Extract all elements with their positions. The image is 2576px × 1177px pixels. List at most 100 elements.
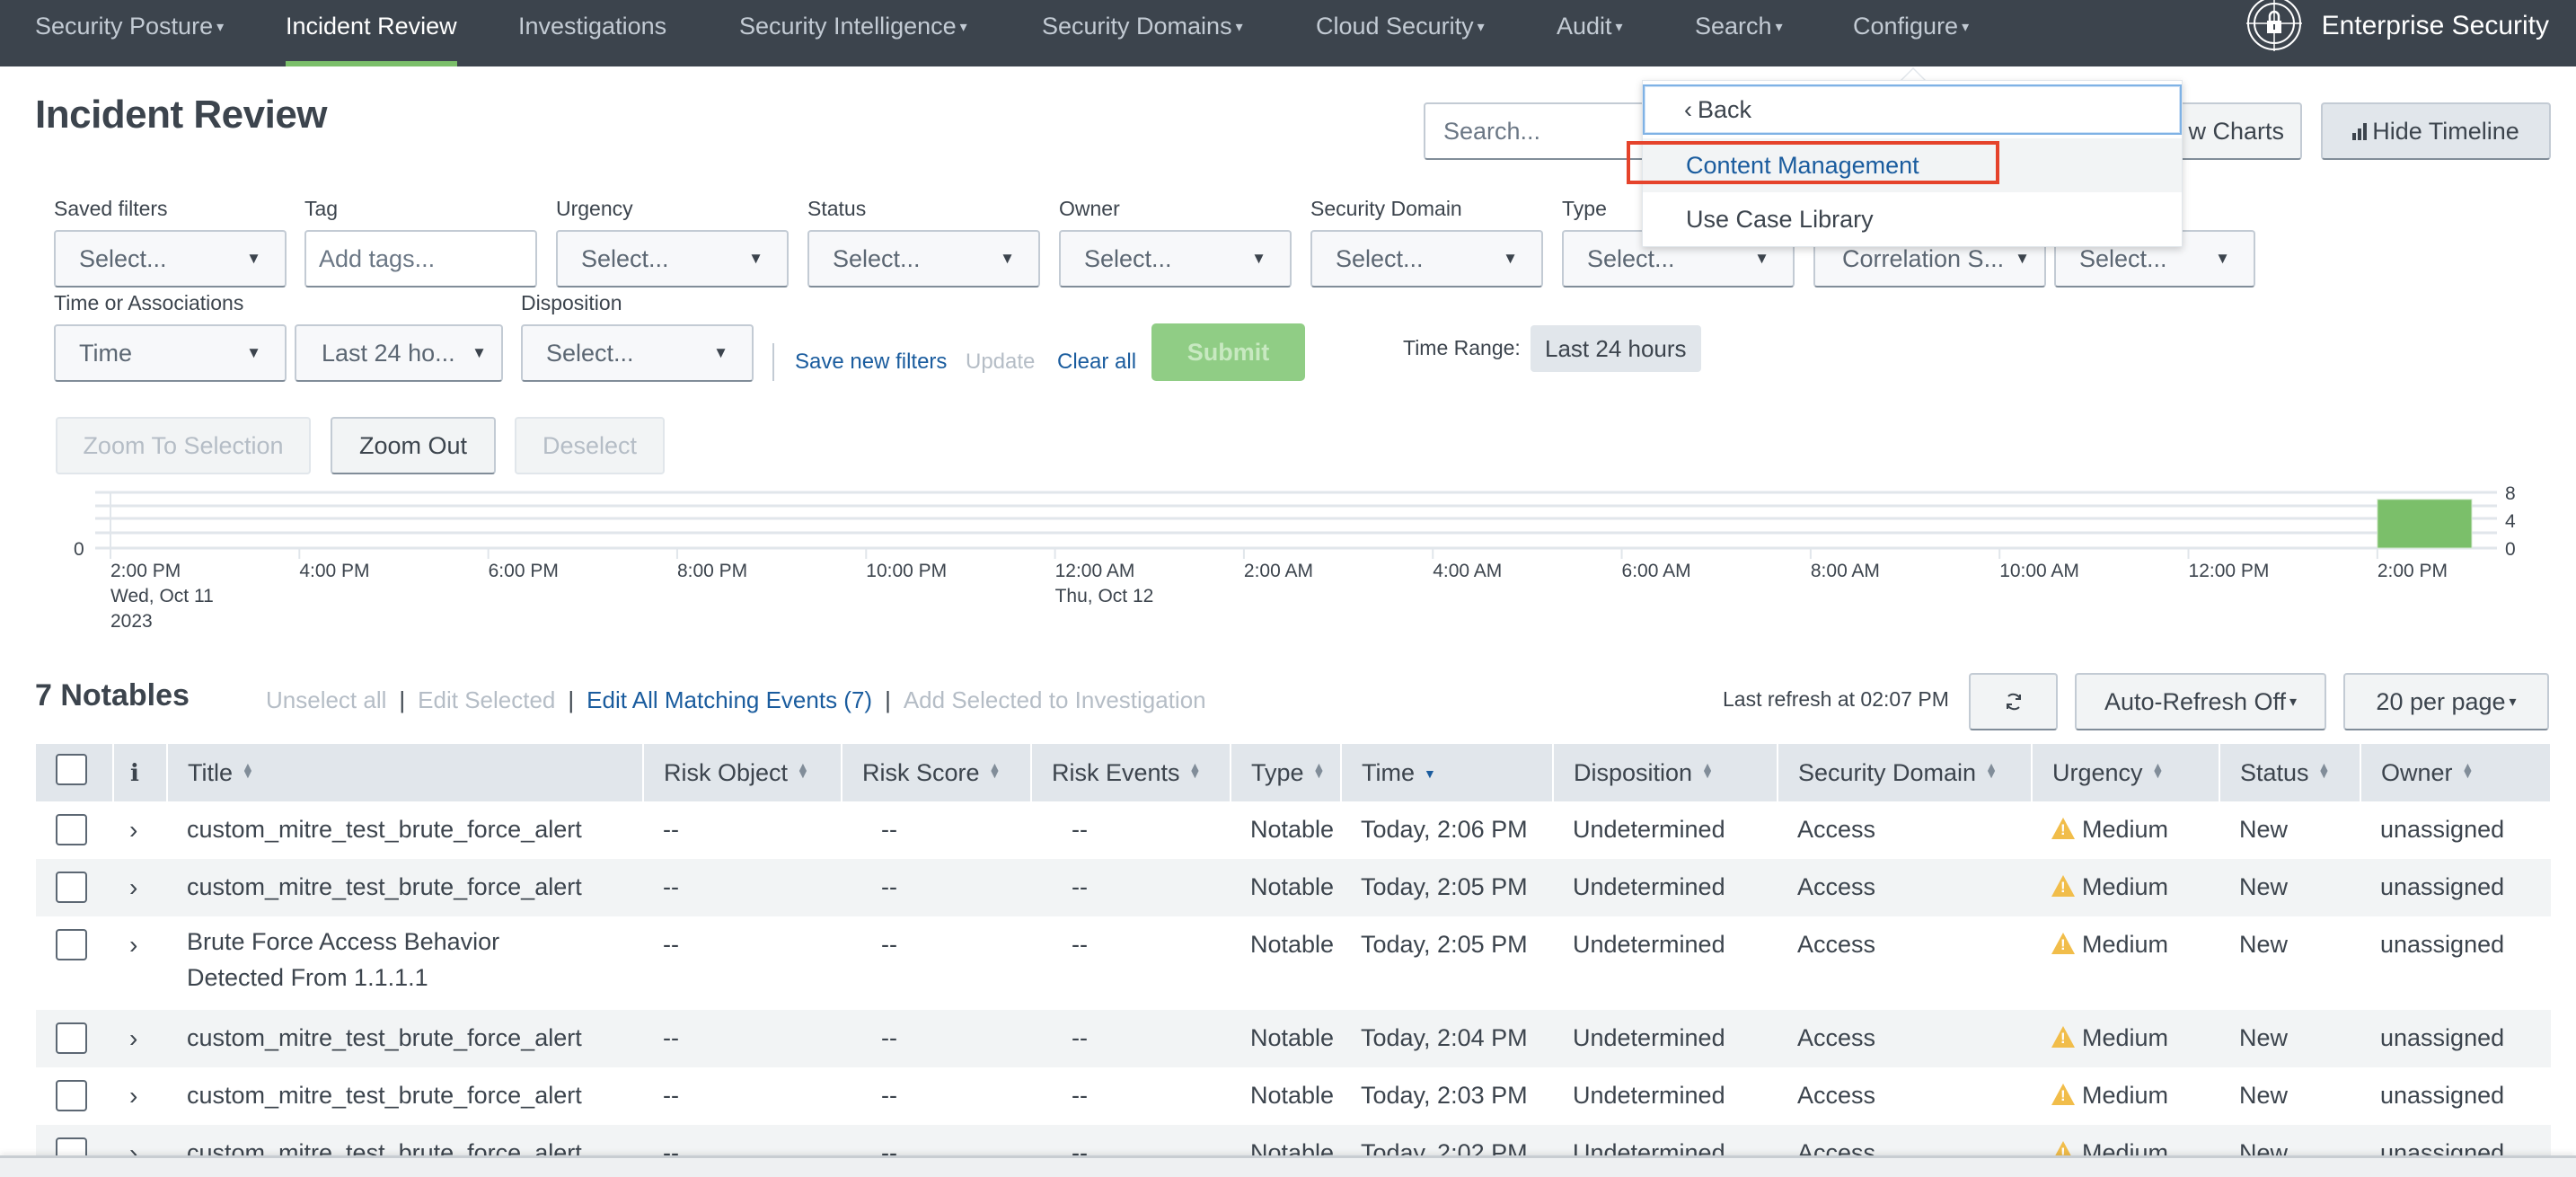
- row-checkbox[interactable]: [56, 1080, 87, 1111]
- disposition-select[interactable]: Select... ▼: [521, 324, 754, 382]
- deselect-button[interactable]: Deselect: [515, 417, 665, 474]
- add-to-investigation-link[interactable]: Add Selected to Investigation: [904, 686, 1206, 714]
- cell-risk-score: --: [842, 859, 1031, 916]
- cell-value: unassigned: [2380, 1082, 2505, 1109]
- time-associations-select[interactable]: Time ▼: [54, 324, 287, 382]
- table-row[interactable]: › custom_mitre_test_brute_force_alert -- --…: [36, 1067, 2551, 1125]
- zoom-to-selection-button[interactable]: Zoom To Selection: [56, 417, 311, 474]
- caret-down-icon: ▼: [2215, 250, 2230, 267]
- menu-item-use-case-library[interactable]: Use Case Library: [1643, 192, 2182, 246]
- nav-audit[interactable]: Audit ▾: [1557, 0, 1623, 66]
- cell-value: Access: [1797, 1024, 1876, 1051]
- refresh-button[interactable]: [1969, 673, 2058, 730]
- update-link[interactable]: Update: [966, 350, 1035, 375]
- saved-filters-select[interactable]: Select... ▼: [54, 230, 287, 288]
- table-row[interactable]: › custom_mitre_test_brute_force_alert -- --…: [36, 1010, 2551, 1067]
- table-row[interactable]: › Brute Force Access Behavior Detected Fro…: [36, 916, 2551, 1010]
- chevron-right-icon[interactable]: ›: [129, 816, 137, 844]
- nav-incident-review[interactable]: Incident Review: [286, 0, 457, 66]
- cell-value: New: [2239, 873, 2289, 900]
- col-security-domain[interactable]: Security Domain ▲ ▼: [1778, 744, 2033, 801]
- cell-disposition: Undetermined: [1553, 916, 1778, 1010]
- cell-risk-events: --: [1031, 1010, 1231, 1067]
- row-select-cell: [36, 801, 113, 859]
- per-page-dropdown[interactable]: 20 per page ▾: [2343, 673, 2549, 730]
- row-select-cell: [36, 1010, 113, 1067]
- nav-investigations[interactable]: Investigations: [518, 0, 666, 66]
- nav-search[interactable]: Search ▾: [1695, 0, 1783, 66]
- cell-value: Today, 2:05 PM: [1361, 873, 1528, 900]
- col-risk-object[interactable]: Risk Object ▲ ▼: [643, 744, 842, 801]
- button-label: Deselect: [542, 431, 638, 459]
- cell-value: Today, 2:06 PM: [1361, 816, 1528, 843]
- chevron-right-icon[interactable]: ›: [129, 873, 137, 901]
- show-charts-label: w Charts: [2188, 117, 2284, 145]
- edit-selected-link[interactable]: Edit Selected: [418, 686, 555, 714]
- menu-back-item[interactable]: ‹ Back: [1643, 84, 2182, 135]
- security-domain-select[interactable]: Select... ▼: [1310, 230, 1543, 288]
- nav-security-intelligence[interactable]: Security Intelligence ▾: [739, 0, 967, 66]
- col-urgency[interactable]: Urgency ▲ ▼: [2032, 744, 2220, 801]
- sort-icon: ▲ ▼: [797, 758, 809, 781]
- save-new-filters-link[interactable]: Save new filters: [795, 350, 947, 375]
- select-value: Time: [79, 339, 132, 367]
- cell-value: unassigned: [2380, 873, 2505, 900]
- nav-security-posture[interactable]: Security Posture ▾: [35, 0, 224, 66]
- col-time[interactable]: Time ▼: [1341, 744, 1554, 801]
- nav-security-domains[interactable]: Security Domains ▾: [1042, 0, 1243, 66]
- col-title[interactable]: Title ▲ ▼: [167, 744, 644, 801]
- table-row[interactable]: › custom_mitre_test_brute_force_alert -- --…: [36, 801, 2551, 859]
- info-header: i: [113, 744, 168, 801]
- cell-value: Today, 2:04 PM: [1361, 1024, 1528, 1051]
- col-risk-events[interactable]: Risk Events ▲ ▼: [1031, 744, 1231, 801]
- col-label: Title: [188, 758, 234, 786]
- security-domain-label: Security Domain: [1310, 197, 1462, 220]
- urgency-select[interactable]: Select... ▼: [556, 230, 789, 288]
- select-value: Select...: [79, 244, 167, 272]
- row-checkbox[interactable]: [56, 814, 87, 845]
- select-all-header[interactable]: [36, 744, 114, 801]
- chevron-right-icon[interactable]: ›: [129, 1024, 137, 1052]
- col-owner[interactable]: Owner ▲ ▼: [2360, 744, 2552, 801]
- cell-domain: Access: [1778, 859, 2032, 916]
- cell-risk-score: --: [842, 916, 1031, 1010]
- cell-disposition: Undetermined: [1553, 1010, 1778, 1067]
- cell-value: Access: [1797, 931, 1876, 958]
- nav-cloud-security[interactable]: Cloud Security ▾: [1316, 0, 1485, 66]
- cell-value: --: [1072, 1082, 1088, 1109]
- auto-refresh-dropdown[interactable]: Auto-Refresh Off ▾: [2075, 673, 2326, 730]
- unselect-all-link[interactable]: Unselect all: [266, 686, 386, 714]
- cell-status: New: [2219, 916, 2360, 1010]
- col-disposition[interactable]: Disposition ▲ ▼: [1553, 744, 1778, 801]
- cell-title: custom_mitre_test_brute_force_alert: [167, 859, 643, 916]
- nav-configure[interactable]: Configure ▾: [1853, 0, 1969, 66]
- brand[interactable]: Enterprise Security: [2245, 0, 2549, 52]
- row-checkbox[interactable]: [56, 872, 87, 903]
- time-range-select[interactable]: Last 24 ho... ▼: [295, 324, 503, 382]
- chevron-right-icon[interactable]: ›: [129, 931, 137, 959]
- select-all-checkbox[interactable]: [56, 754, 87, 785]
- clear-all-link[interactable]: Clear all: [1057, 350, 1136, 375]
- row-checkbox[interactable]: [56, 929, 87, 960]
- nav-label: Security Intelligence: [739, 13, 957, 40]
- col-type[interactable]: Type ▲ ▼: [1231, 744, 1342, 801]
- hide-timeline-button[interactable]: Hide Timeline: [2321, 102, 2551, 160]
- col-status[interactable]: Status ▲ ▼: [2219, 744, 2361, 801]
- owner-select[interactable]: Select... ▼: [1059, 230, 1292, 288]
- row-checkbox[interactable]: [56, 1022, 87, 1054]
- y-tick-label-left: 0: [74, 539, 84, 560]
- cell-disposition: Undetermined: [1553, 1067, 1778, 1125]
- zoom-out-button[interactable]: Zoom Out: [331, 417, 496, 474]
- menu-item-content-management[interactable]: Content Management: [1643, 138, 2182, 192]
- select-value: Select...: [1084, 244, 1172, 272]
- edit-all-matching-link[interactable]: Edit All Matching Events (7): [587, 686, 872, 714]
- submit-button[interactable]: Submit: [1151, 323, 1305, 381]
- table-row[interactable]: › custom_mitre_test_brute_force_alert -- --…: [36, 859, 2551, 916]
- chevron-right-icon[interactable]: ›: [129, 1082, 137, 1110]
- tag-input[interactable]: [304, 230, 537, 288]
- bar-chart-icon: [2352, 122, 2368, 140]
- col-risk-score[interactable]: Risk Score ▲ ▼: [842, 744, 1032, 801]
- status-select[interactable]: Select... ▼: [807, 230, 1040, 288]
- timeline-chart[interactable]: 0 0 4 8 2:00 PM Wed, Oct 11 2023 4:00 PM 6:00 PM…: [0, 476, 2576, 638]
- caret-down-icon: ▾: [1235, 20, 1243, 35]
